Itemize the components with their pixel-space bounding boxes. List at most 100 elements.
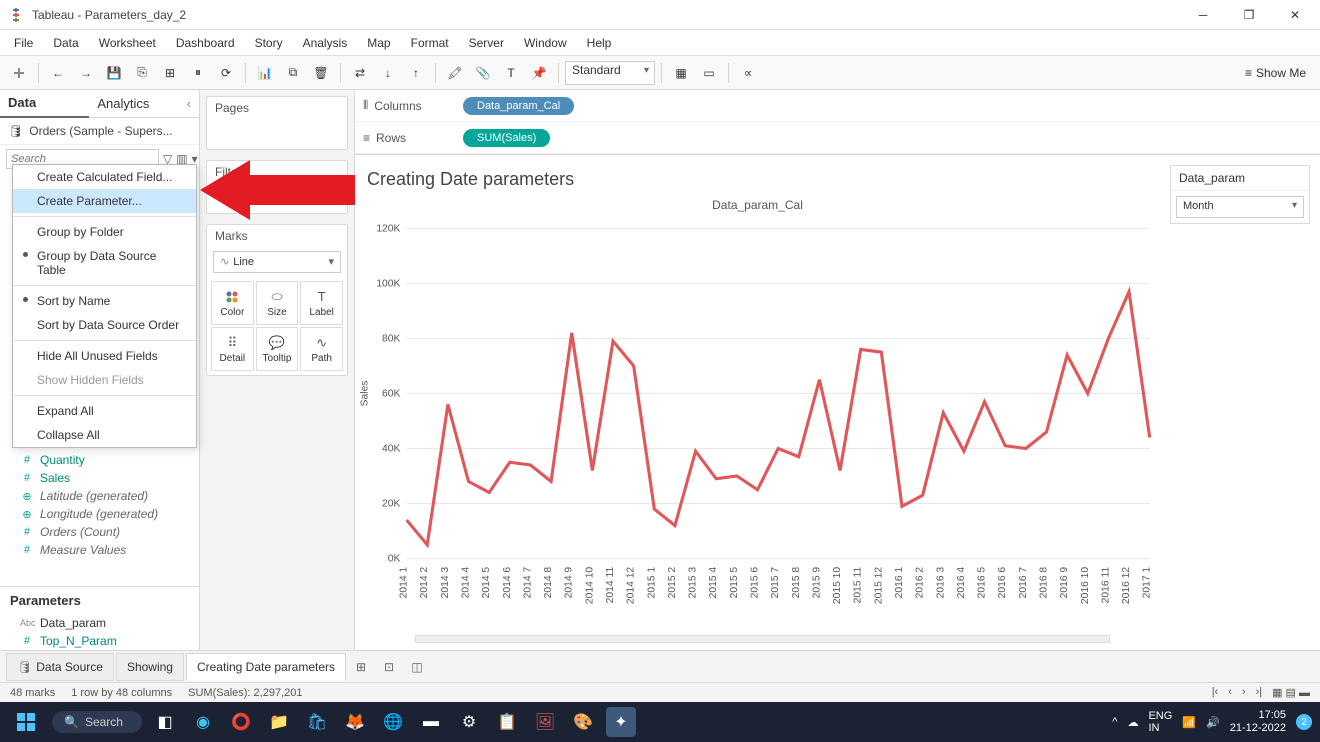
context-menu-item[interactable]: Sort by Data Source Order [13,313,196,337]
group-button[interactable]: 📎 [470,60,496,86]
explorer-icon[interactable]: 📁 [264,707,294,737]
menu-data[interactable]: Data [43,32,88,54]
mark-path[interactable]: ∿Path [300,327,343,371]
menu-window[interactable]: Window [514,32,577,54]
cards-button[interactable]: ▦ [668,60,694,86]
new-worksheet-tab-button[interactable]: ⊞ [348,655,374,679]
new-worksheet-button[interactable]: 📊 [252,60,278,86]
menu-help[interactable]: Help [577,32,622,54]
tray-notifications-icon[interactable]: 2 [1296,714,1312,730]
filters-card[interactable]: Filters [206,160,348,214]
mark-size[interactable]: ⬭Size [256,281,299,325]
edge-icon[interactable]: ◉ [188,707,218,737]
data-tab[interactable]: Data [0,89,89,118]
mark-label[interactable]: TLabel [300,281,343,325]
context-menu-item[interactable]: Group by Data Source Table [13,244,196,282]
data-source-tab[interactable]: 🛢Data Source [6,653,114,681]
close-button[interactable]: ✕ [1278,3,1312,27]
taskbar-search[interactable]: 🔍Search [52,711,142,733]
field-latitude[interactable]: ⊕Latitude (generated) [0,487,199,505]
redo-button[interactable]: → [73,60,99,86]
nav-next[interactable]: › [1242,686,1246,699]
tray-chevron-icon[interactable]: ^ [1112,716,1117,728]
context-menu-item[interactable]: Group by Folder [13,220,196,244]
store-icon[interactable]: 🛍 [302,707,332,737]
show-me-button[interactable]: ≡ Show Me [1237,63,1314,83]
menu-format[interactable]: Format [401,32,459,54]
nav-first[interactable]: |‹ [1212,686,1219,699]
chrome-icon[interactable]: 🌐 [378,707,408,737]
tableau-icon[interactable] [6,60,32,86]
param-top-n[interactable]: #Top_N_Param [0,632,199,650]
menu-story[interactable]: Story [245,32,293,54]
new-dashboard-tab-button[interactable]: ⊡ [376,655,402,679]
field-quantity[interactable]: #Quantity [0,451,199,469]
mark-color[interactable]: Color [211,281,254,325]
sort-desc-button[interactable]: ↑ [403,60,429,86]
minimize-button[interactable]: ─ [1186,3,1220,27]
tableau-taskbar-icon[interactable]: ✦ [606,707,636,737]
sheet-active[interactable]: Creating Date parameters [186,653,346,681]
sort-asc-button[interactable]: ↓ [375,60,401,86]
menu-worksheet[interactable]: Worksheet [89,32,166,54]
context-menu-item[interactable]: Expand All [13,399,196,423]
maximize-button[interactable]: ❐ [1232,3,1266,27]
firefox-icon[interactable]: 🦊 [340,707,370,737]
field-longitude[interactable]: ⊕Longitude (generated) [0,505,199,523]
swap-button[interactable]: ⇄ [347,60,373,86]
settings-icon[interactable]: ⚙ [454,707,484,737]
pages-card[interactable]: Pages [206,96,348,150]
new-data-button[interactable]: ⎘ [129,60,155,86]
fit-selector[interactable]: Standard [565,61,655,85]
snip-icon[interactable]: 🖼 [530,707,560,737]
mark-tooltip[interactable]: 💬Tooltip [256,327,299,371]
field-sales[interactable]: #Sales [0,469,199,487]
clear-button[interactable]: 🗑 [308,60,334,86]
context-menu-item[interactable]: Sort by Name [13,289,196,313]
new-sheet-button[interactable]: ⊞ [157,60,183,86]
mark-detail[interactable]: ⠿Detail [211,327,254,371]
start-button[interactable] [8,706,44,738]
nav-last[interactable]: ›| [1256,686,1263,699]
line-chart[interactable]: 0K20K40K60K80K100K120KSales2014 12014 22… [355,218,1160,631]
presentation-button[interactable]: ▭ [696,60,722,86]
tray-clock[interactable]: 17:0521-12-2022 [1230,709,1286,735]
param-control-select[interactable]: Month [1176,196,1304,218]
context-menu-item[interactable]: Hide All Unused Fields [13,344,196,368]
refresh-button[interactable]: ⟳ [213,60,239,86]
columns-shelf[interactable]: ⦀Columns Data_param_Cal [355,90,1320,122]
columns-pill[interactable]: Data_param_Cal [463,97,574,115]
terminal-icon[interactable]: ▬ [416,707,446,737]
rows-shelf[interactable]: ≡Rows SUM(Sales) [355,122,1320,154]
text-button[interactable]: T [498,60,524,86]
nav-prev[interactable]: ‹ [1228,686,1232,699]
notepad-icon[interactable]: 📋 [492,707,522,737]
viz-title[interactable]: Creating Date parameters [355,165,1160,198]
tray-wifi-icon[interactable]: 📶 [1182,716,1196,729]
horizontal-scrollbar[interactable] [415,635,1110,643]
menu-dashboard[interactable]: Dashboard [166,32,245,54]
collapse-pane-button[interactable]: ‹ [179,90,199,117]
undo-button[interactable]: ← [45,60,71,86]
data-source-item[interactable]: 🛢 Orders (Sample - Supers... [0,118,199,145]
save-button[interactable]: 💾 [101,60,127,86]
pin-button[interactable]: 📌 [526,60,552,86]
context-menu-item[interactable]: Create Parameter... [13,189,196,213]
share-button[interactable]: ∝ [735,60,761,86]
opera-icon[interactable]: ⭕ [226,707,256,737]
param-data-param[interactable]: AbcData_param [0,614,199,632]
duplicate-button[interactable]: ⧉ [280,60,306,86]
context-menu-item[interactable]: Show Hidden Fields [13,368,196,392]
analytics-tab[interactable]: Analytics [89,90,178,117]
highlight-button[interactable]: 🖍 [442,60,468,86]
mark-type-select[interactable]: ∿Line▾ [213,251,341,273]
new-story-tab-button[interactable]: ◫ [404,655,430,679]
tray-volume-icon[interactable]: 🔊 [1206,716,1220,729]
field-orders-count[interactable]: #Orders (Count) [0,523,199,541]
context-menu-item[interactable]: Collapse All [13,423,196,447]
context-menu-item[interactable]: Create Calculated Field... [13,165,196,189]
menu-map[interactable]: Map [357,32,400,54]
pause-button[interactable]: ⏸ [185,60,211,86]
tray-language[interactable]: ENGIN [1148,710,1172,734]
tray-onedrive-icon[interactable]: ☁ [1127,716,1138,729]
